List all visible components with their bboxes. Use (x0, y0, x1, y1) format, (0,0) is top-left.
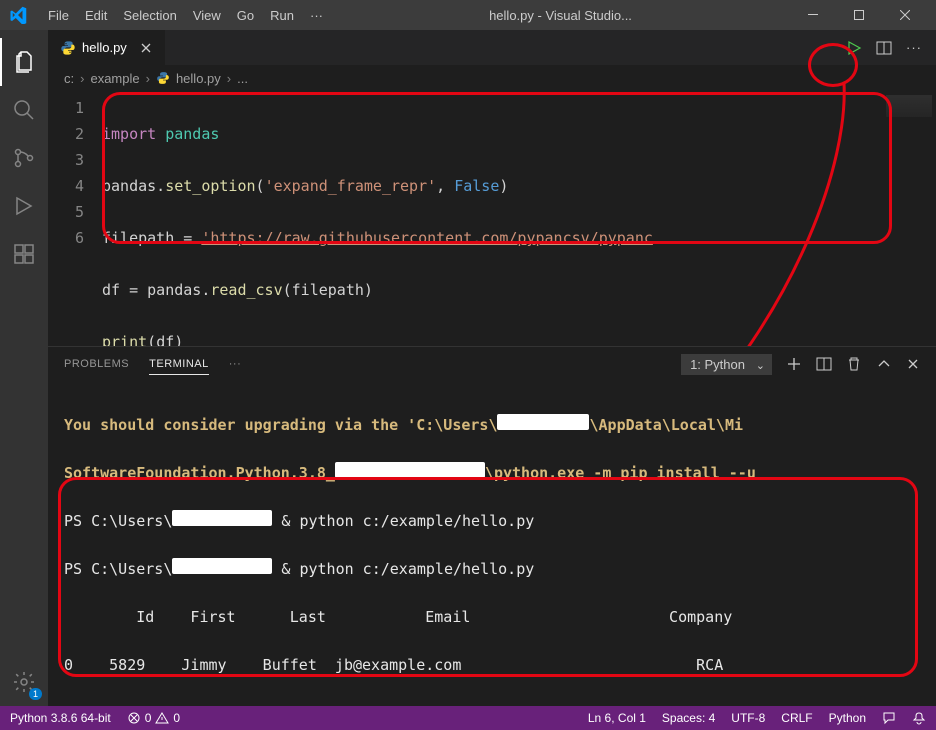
status-eol[interactable]: CRLF (781, 711, 812, 725)
window-maximize-icon[interactable] (836, 0, 882, 30)
chevron-right-icon: › (80, 71, 84, 86)
editor-tabs: hello.py ··· (48, 30, 936, 65)
breadcrumb-seg[interactable]: c: (64, 71, 74, 86)
python-file-icon (156, 71, 170, 85)
activity-source-control[interactable] (0, 134, 48, 182)
status-spaces[interactable]: Spaces: 4 (662, 711, 715, 725)
panel-close-icon[interactable] (906, 357, 920, 371)
window-minimize-icon[interactable] (790, 0, 836, 30)
tab-close-icon[interactable] (139, 41, 153, 55)
menu-view[interactable]: View (185, 8, 229, 23)
editor-area: hello.py ··· c: › example › (48, 30, 936, 706)
titlebar: File Edit Selection View Go Run ··· hell… (0, 0, 936, 30)
menu-file[interactable]: File (40, 8, 77, 23)
status-lang[interactable]: Python (829, 711, 866, 725)
status-feedback-icon[interactable] (882, 711, 896, 725)
breadcrumbs[interactable]: c: › example › hello.py › ... (48, 65, 936, 91)
line-gutter: 123456 (48, 91, 102, 346)
menu-go[interactable]: Go (229, 8, 262, 23)
terminal-kill-icon[interactable] (846, 356, 862, 372)
panel-tab-problems[interactable]: PROBLEMS (64, 354, 129, 374)
tab-label: hello.py (82, 40, 127, 55)
activity-manage[interactable] (0, 658, 48, 706)
activity-extensions[interactable] (0, 230, 48, 278)
breadcrumb-seg[interactable]: example (90, 71, 139, 86)
chevron-right-icon: › (227, 71, 231, 86)
status-bar: Python 3.8.6 64-bit 0 0 Ln 6, Col 1 Spac… (0, 706, 936, 730)
terminal-output[interactable]: You should consider upgrading via the 'C… (48, 381, 936, 706)
menu-overflow[interactable]: ··· (302, 8, 331, 23)
panel: PROBLEMS TERMINAL ··· 1: Python ⌄ You sh… (48, 346, 936, 706)
panel-tab-terminal[interactable]: TERMINAL (149, 354, 209, 375)
split-editor-icon[interactable] (876, 40, 892, 56)
status-bell-icon[interactable] (912, 711, 926, 725)
run-file-icon[interactable] (846, 40, 862, 56)
panel-tab-more[interactable]: ··· (229, 354, 242, 374)
activity-search[interactable] (0, 86, 48, 134)
chevron-right-icon: › (146, 71, 150, 86)
terminal-new-icon[interactable] (786, 356, 802, 372)
status-lncol[interactable]: Ln 6, Col 1 (588, 711, 646, 725)
chevron-down-icon: ⌄ (756, 359, 765, 372)
activity-explorer[interactable] (0, 38, 48, 86)
menu-edit[interactable]: Edit (77, 8, 115, 23)
status-python-version[interactable]: Python 3.8.6 64-bit (10, 711, 111, 725)
window-title: hello.py - Visual Studio... (331, 8, 790, 23)
terminal-selector[interactable]: 1: Python ⌄ (681, 354, 772, 375)
status-problems[interactable]: 0 0 (127, 711, 180, 725)
panel-maximize-icon[interactable] (876, 356, 892, 372)
vscode-logo-icon (8, 5, 28, 25)
panel-tabs: PROBLEMS TERMINAL ··· 1: Python ⌄ (48, 347, 936, 381)
minimap[interactable] (880, 91, 936, 346)
tab-hello-py[interactable]: hello.py (48, 30, 165, 65)
window-close-icon[interactable] (882, 0, 928, 30)
python-file-icon (60, 40, 76, 56)
activity-run-debug[interactable] (0, 182, 48, 230)
menu-selection[interactable]: Selection (115, 8, 184, 23)
breadcrumb-seg[interactable]: ... (237, 71, 248, 86)
menu-run[interactable]: Run (262, 8, 302, 23)
breadcrumb-seg[interactable]: hello.py (176, 71, 221, 86)
editor-more-icon[interactable]: ··· (906, 40, 922, 55)
activity-bar (0, 30, 48, 706)
status-encoding[interactable]: UTF-8 (731, 711, 765, 725)
terminal-split-icon[interactable] (816, 356, 832, 372)
code-editor[interactable]: 123456 import pandas pandas.set_option('… (48, 91, 936, 346)
code-content[interactable]: import pandas pandas.set_option('expand_… (102, 91, 880, 346)
